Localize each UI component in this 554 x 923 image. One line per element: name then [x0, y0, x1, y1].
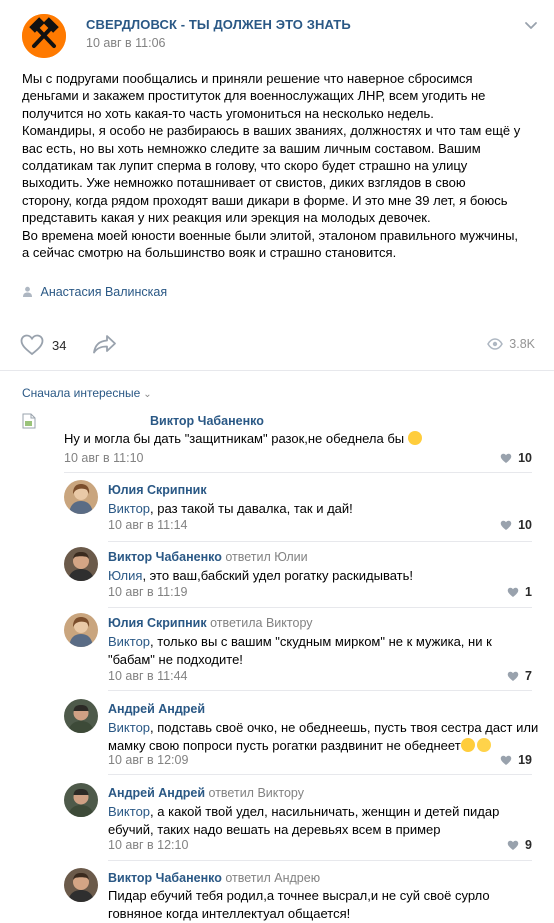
comment-divider [108, 774, 532, 775]
comment-author[interactable]: Юлия Скрипник [108, 483, 207, 497]
comment-text: Юлия, это ваш,бабский удел рогатку раски… [108, 568, 413, 583]
comment-author[interactable]: Юлия Скрипник ответила Виктору [108, 616, 313, 630]
heart-icon [507, 840, 519, 850]
post-header: СВЕРДЛОВСК - ТЫ ДОЛЖЕН ЭТО ЗНАТЬ 10 авг … [22, 14, 542, 58]
comment-divider [108, 541, 532, 542]
comment-text: Виктор, подставь своё очко, не обеднеешь… [108, 720, 539, 753]
sweat-smile-emoji [476, 737, 491, 752]
avatar[interactable] [64, 699, 98, 733]
crossed-hammers-icon [22, 14, 66, 58]
views-count: 3.8K [509, 337, 535, 351]
comment-like-button[interactable]: 19 [500, 753, 532, 767]
broken-image-icon [22, 413, 36, 429]
heart-icon [507, 671, 519, 681]
comments-sort-dropdown[interactable]: Сначала интересные ⌄ [22, 386, 152, 400]
post-author-signature[interactable]: Анастасия Валинская [22, 285, 167, 299]
eye-icon [487, 338, 504, 350]
post-date[interactable]: 10 авг в 11:06 [86, 36, 165, 50]
grinning-face-emoji [407, 431, 422, 445]
like-button[interactable]: 34 [20, 331, 66, 359]
comment-date[interactable]: 10 авг в 11:19 [108, 585, 187, 599]
group-avatar[interactable] [22, 14, 66, 58]
comment-author[interactable]: Андрей Андрей ответил Виктору [108, 786, 304, 800]
comments-sort-label: Сначала интересные [22, 386, 141, 400]
comment-date[interactable]: 10 авг в 11:44 [108, 669, 187, 683]
comment-author[interactable]: Виктор Чабаненко ответил Андрею [108, 871, 320, 885]
comment-date[interactable]: 10 авг в 11:14 [108, 518, 187, 532]
comment-like-button[interactable]: 1 [507, 585, 532, 599]
comment-divider [108, 607, 532, 608]
comment-like-button[interactable]: 10 [500, 451, 532, 465]
comment-divider [108, 690, 532, 691]
post-actions: 34 3.8K [20, 331, 535, 359]
heart-icon [500, 755, 512, 765]
comment-like-button[interactable]: 9 [507, 838, 532, 852]
comment-text: Пидар ебучий тебя родил,а точнее высрал,… [108, 888, 490, 921]
comment-text: Виктор, раз такой ты давалка, так и дай! [108, 501, 353, 516]
chevron-down-icon[interactable] [524, 18, 538, 32]
comment-text: Виктор, только вы с вашим "скудным мирко… [108, 634, 492, 667]
views-counter: 3.8K [487, 337, 535, 351]
avatar[interactable] [64, 613, 98, 647]
heart-icon [20, 334, 44, 356]
comment-author[interactable]: Андрей Андрей [108, 702, 205, 716]
comment-text: Ну и могла бы дать "защитникам" разок,не… [64, 430, 422, 448]
comment-like-button[interactable]: 7 [507, 669, 532, 683]
avatar[interactable] [64, 868, 98, 902]
comment-text: Виктор, а какой твой удел, насильничать,… [108, 804, 500, 837]
comment-divider [64, 472, 532, 473]
comment-author[interactable]: Виктор Чабаненко ответил Юлии [108, 550, 308, 564]
group-name[interactable]: СВЕРДЛОВСК - ТЫ ДОЛЖЕН ЭТО ЗНАТЬ [86, 17, 351, 32]
grinning-face-emoji [460, 737, 475, 752]
comment-author[interactable]: Виктор Чабаненко [150, 414, 264, 428]
comment-date[interactable]: 10 авг в 12:10 [108, 838, 188, 852]
post-text: Мы с подругами пообщались и приняли реше… [22, 71, 521, 261]
comment-date[interactable]: 10 авг в 12:09 [108, 753, 188, 767]
avatar[interactable] [64, 547, 98, 581]
comment-like-button[interactable]: 10 [500, 518, 532, 532]
heart-icon [500, 520, 512, 530]
chevron-down-icon: ⌄ [143, 389, 152, 400]
post-author-name: Анастасия Валинская [40, 285, 168, 299]
user-icon [23, 286, 32, 297]
comment-divider [108, 860, 532, 861]
like-count: 34 [52, 337, 67, 353]
avatar[interactable] [64, 783, 98, 817]
post-divider [0, 370, 554, 371]
comment-date[interactable]: 10 авг в 11:10 [64, 451, 143, 465]
heart-icon [507, 587, 519, 597]
avatar[interactable] [64, 480, 98, 514]
share-icon[interactable] [92, 333, 118, 355]
heart-icon [500, 453, 512, 463]
